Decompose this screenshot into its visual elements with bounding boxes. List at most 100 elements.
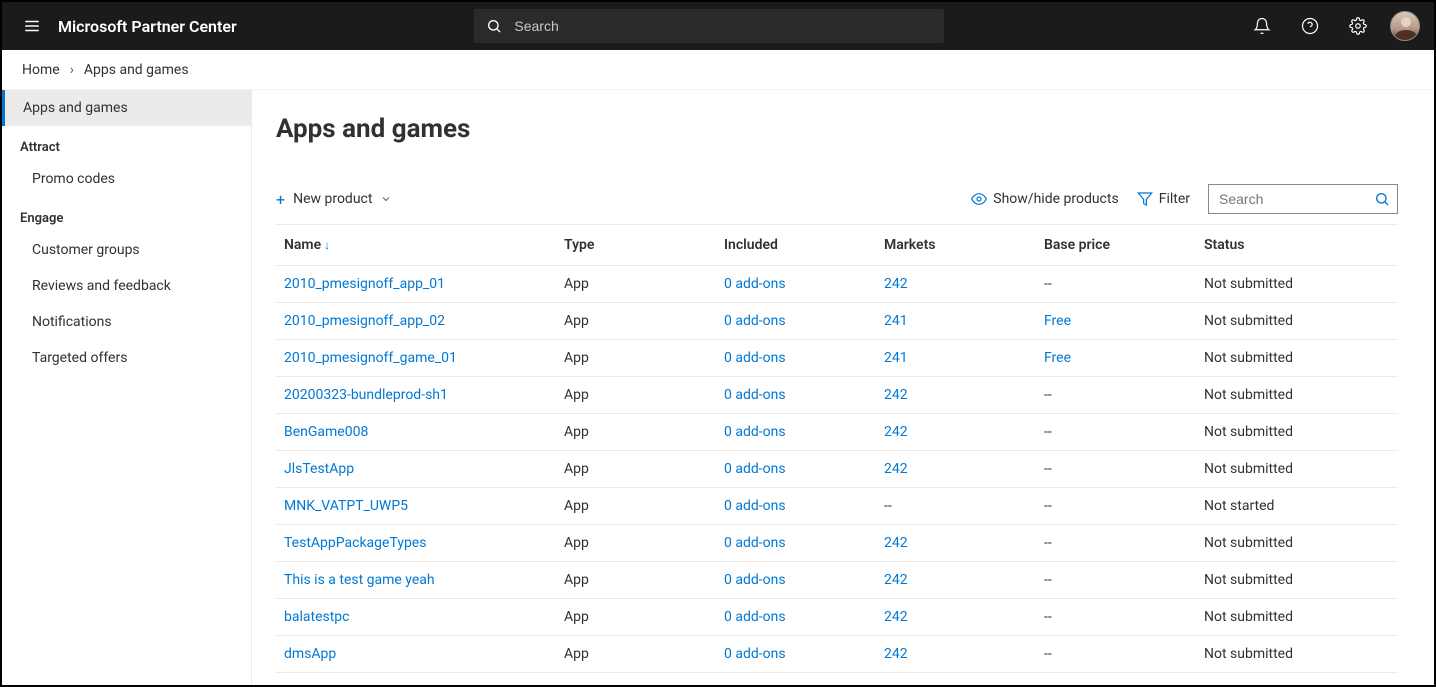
new-product-button[interactable]: + New product [276, 190, 392, 209]
sidebar-item-label: Customer groups [32, 242, 140, 258]
product-markets-cell: 242 [876, 266, 1036, 303]
product-status-cell: Not submitted [1196, 599, 1398, 636]
product-markets-cell-link[interactable]: 242 [884, 572, 908, 588]
product-name-cell-link[interactable]: 2010_pmesignoff_app_02 [284, 313, 445, 329]
hamburger-menu-button[interactable] [16, 10, 48, 42]
sidebar-item-customer-groups[interactable]: Customer groups [2, 232, 251, 268]
product-included-cell: 0 add-ons [716, 636, 876, 673]
new-product-label: New product [293, 191, 372, 207]
product-name-cell: TestAppPackageTypes [276, 525, 556, 562]
sidebar-item-promo-codes[interactable]: Promo codes [2, 161, 251, 197]
col-header-included[interactable]: Included [716, 225, 876, 266]
sidebar-item-targeted-offers[interactable]: Targeted offers [2, 340, 251, 376]
table-search-input[interactable] [1208, 184, 1398, 214]
product-name-cell-link[interactable]: 20200323-bundleprod-sh1 [284, 387, 448, 403]
product-included-cell: 0 add-ons [716, 451, 876, 488]
product-markets-cell-link[interactable]: 241 [884, 350, 908, 366]
product-status-cell: Not submitted [1196, 562, 1398, 599]
product-included-cell-link[interactable]: 0 add-ons [724, 387, 786, 403]
help-button[interactable] [1290, 6, 1330, 46]
breadcrumb: Home › Apps and games [2, 50, 1434, 90]
product-included-cell-link[interactable]: 0 add-ons [724, 572, 786, 588]
plus-icon: + [276, 190, 285, 209]
product-name-cell-link[interactable]: This is a test game yeah [284, 572, 435, 588]
product-included-cell-link[interactable]: 0 add-ons [724, 535, 786, 551]
table-row: balatestpcApp0 add-ons242--Not submitted [276, 599, 1398, 636]
product-markets-cell-link[interactable]: 242 [884, 276, 908, 292]
sidebar-item-label: Reviews and feedback [32, 278, 171, 294]
product-price-cell: -- [1036, 414, 1196, 451]
help-icon [1301, 17, 1319, 35]
product-name-cell-link[interactable]: 2010_pmesignoff_game_01 [284, 350, 457, 366]
product-markets-cell-link[interactable]: 242 [884, 387, 908, 403]
product-markets-cell-link[interactable]: 241 [884, 313, 908, 329]
show-hide-products-button[interactable]: Show/hide products [971, 191, 1118, 207]
sidebar-item-notifications[interactable]: Notifications [2, 304, 251, 340]
product-name-cell-link[interactable]: balatestpc [284, 609, 350, 625]
product-markets-cell: 242 [876, 414, 1036, 451]
product-name-cell: MNK_VATPT_UWP5 [276, 488, 556, 525]
eye-icon [971, 191, 987, 207]
sidebar-heading-attract: Attract [2, 126, 251, 161]
product-type-cell: App [556, 414, 716, 451]
col-header-status[interactable]: Status [1196, 225, 1398, 266]
product-price-cell: Free [1036, 303, 1196, 340]
settings-button[interactable] [1338, 6, 1378, 46]
product-included-cell-link[interactable]: 0 add-ons [724, 313, 786, 329]
product-included-cell-link[interactable]: 0 add-ons [724, 646, 786, 662]
product-name-cell-link[interactable]: TestAppPackageTypes [284, 535, 426, 551]
product-markets-cell: 241 [876, 340, 1036, 377]
product-name-cell-link[interactable]: BenGame008 [284, 424, 368, 440]
product-included-cell-link[interactable]: 0 add-ons [724, 350, 786, 366]
product-included-cell-link[interactable]: 0 add-ons [724, 461, 786, 477]
product-included-cell-link[interactable]: 0 add-ons [724, 424, 786, 440]
table-search [1208, 184, 1398, 214]
product-included-cell-link[interactable]: 0 add-ons [724, 276, 786, 292]
product-markets-cell-link[interactable]: 242 [884, 461, 908, 477]
product-name-cell-link[interactable]: JlsTestApp [284, 461, 354, 477]
table-row: 2010_pmesignoff_game_01App0 add-ons241Fr… [276, 340, 1398, 377]
product-markets-cell: 241 [876, 303, 1036, 340]
product-price-cell: -- [1036, 488, 1196, 525]
product-included-cell: 0 add-ons [716, 266, 876, 303]
product-price-cell: -- [1036, 636, 1196, 673]
product-status-cell: Not submitted [1196, 636, 1398, 673]
product-included-cell-link[interactable]: 0 add-ons [724, 609, 786, 625]
sidebar-item-reviews-feedback[interactable]: Reviews and feedback [2, 268, 251, 304]
col-header-type[interactable]: Type [556, 225, 716, 266]
table-row: This is a test game yeahApp0 add-ons242-… [276, 562, 1398, 599]
col-header-name[interactable]: Name [276, 225, 556, 266]
col-header-base-price[interactable]: Base price [1036, 225, 1196, 266]
sidebar-item-apps-and-games[interactable]: Apps and games [2, 90, 251, 126]
product-included-cell-link[interactable]: 0 add-ons [724, 498, 786, 514]
product-price-cell: -- [1036, 599, 1196, 636]
product-name-cell: 2010_pmesignoff_app_01 [276, 266, 556, 303]
breadcrumb-home[interactable]: Home [22, 62, 60, 78]
product-markets-cell-link[interactable]: 242 [884, 424, 908, 440]
sidebar-item-label: Targeted offers [32, 350, 127, 366]
sidebar-item-label: Apps and games [23, 100, 128, 116]
product-name-cell: 20200323-bundleprod-sh1 [276, 377, 556, 414]
product-markets-cell-link[interactable]: 242 [884, 535, 908, 551]
product-price-cell-link[interactable]: Free [1044, 350, 1071, 366]
product-markets-cell: 242 [876, 562, 1036, 599]
filter-icon [1137, 191, 1153, 207]
product-markets-cell-link[interactable]: 242 [884, 609, 908, 625]
user-avatar[interactable] [1390, 11, 1420, 41]
product-markets-cell-link[interactable]: 242 [884, 646, 908, 662]
product-type-cell: App [556, 303, 716, 340]
col-header-markets[interactable]: Markets [876, 225, 1036, 266]
product-markets-cell: -- [876, 488, 1036, 525]
product-status-cell: Not submitted [1196, 525, 1398, 562]
product-name-cell-link[interactable]: dmsApp [284, 646, 336, 662]
filter-button[interactable]: Filter [1137, 191, 1190, 207]
table-row: TestAppPackageTypesApp0 add-ons242--Not … [276, 525, 1398, 562]
product-price-cell: -- [1036, 562, 1196, 599]
product-name-cell: This is a test game yeah [276, 562, 556, 599]
global-search-input[interactable] [474, 9, 944, 43]
product-name-cell-link[interactable]: 2010_pmesignoff_app_01 [284, 276, 445, 292]
table-header-row: Name Type Included Markets Base price St… [276, 225, 1398, 266]
product-price-cell-link[interactable]: Free [1044, 313, 1071, 329]
notifications-button[interactable] [1242, 6, 1282, 46]
product-name-cell-link[interactable]: MNK_VATPT_UWP5 [284, 498, 408, 514]
